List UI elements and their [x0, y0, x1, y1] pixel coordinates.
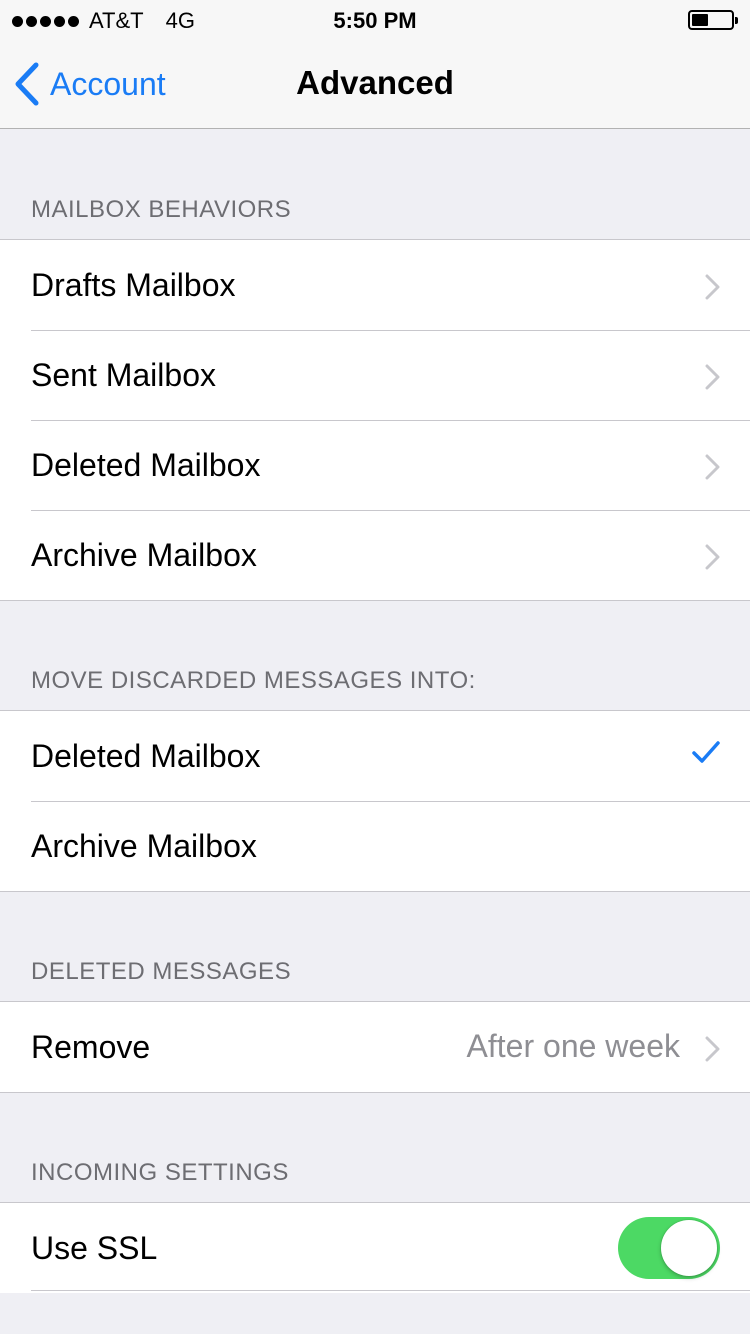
chevron-right-icon — [705, 1036, 720, 1062]
chevron-right-icon — [705, 274, 720, 300]
use-ssl-row: Use SSL — [0, 1203, 750, 1293]
drafts-mailbox-row[interactable]: Drafts Mailbox — [0, 240, 750, 330]
deleted-messages-group: Remove After one week — [0, 1001, 750, 1093]
use-ssl-toggle[interactable] — [618, 1217, 720, 1279]
chevron-right-icon — [705, 544, 720, 570]
status-bar: AT&T 4G 5:50 PM — [0, 0, 750, 40]
discard-option-deleted-mailbox[interactable]: Deleted Mailbox — [0, 711, 750, 801]
move-discarded-group: Deleted Mailbox Archive Mailbox — [0, 710, 750, 892]
status-time: 5:50 PM — [333, 8, 417, 33]
chevron-right-icon — [705, 364, 720, 390]
archive-mailbox-row[interactable]: Archive Mailbox — [0, 510, 750, 600]
page-title: Advanced — [296, 64, 454, 101]
section-header-mailbox-behaviors: MAILBOX BEHAVIORS — [31, 196, 292, 223]
row-label: Drafts Mailbox — [31, 266, 236, 303]
toggle-knob — [661, 1220, 717, 1276]
row-label: Use SSL — [31, 1229, 158, 1266]
deleted-mailbox-row[interactable]: Deleted Mailbox — [0, 420, 750, 510]
section-header-incoming-settings: INCOMING SETTINGS — [31, 1159, 289, 1186]
remove-value: After one week — [466, 1028, 680, 1064]
row-label: Deleted Mailbox — [31, 446, 261, 483]
section-header-deleted-messages: DELETED MESSAGES — [31, 958, 292, 985]
navigation-bar: Account Advanced — [0, 40, 750, 129]
battery-icon — [688, 10, 738, 30]
row-label: Remove — [31, 1028, 151, 1065]
discard-option-archive-mailbox[interactable]: Archive Mailbox — [0, 801, 750, 891]
chevron-right-icon — [705, 454, 720, 480]
row-label: Sent Mailbox — [31, 356, 216, 393]
sent-mailbox-row[interactable]: Sent Mailbox — [0, 330, 750, 420]
section-header-move-discarded: MOVE DISCARDED MESSAGES INTO: — [31, 667, 476, 694]
mailbox-behaviors-group: Drafts Mailbox Sent Mailbox Deleted Mail… — [0, 239, 750, 601]
row-label: Archive Mailbox — [31, 536, 257, 573]
row-label: Archive Mailbox — [31, 827, 257, 864]
checkmark-icon — [692, 741, 720, 763]
divider — [31, 1290, 750, 1291]
remove-row[interactable]: Remove After one week — [0, 1002, 750, 1092]
row-label: Deleted Mailbox — [31, 737, 261, 774]
incoming-settings-group: Use SSL — [0, 1202, 750, 1293]
